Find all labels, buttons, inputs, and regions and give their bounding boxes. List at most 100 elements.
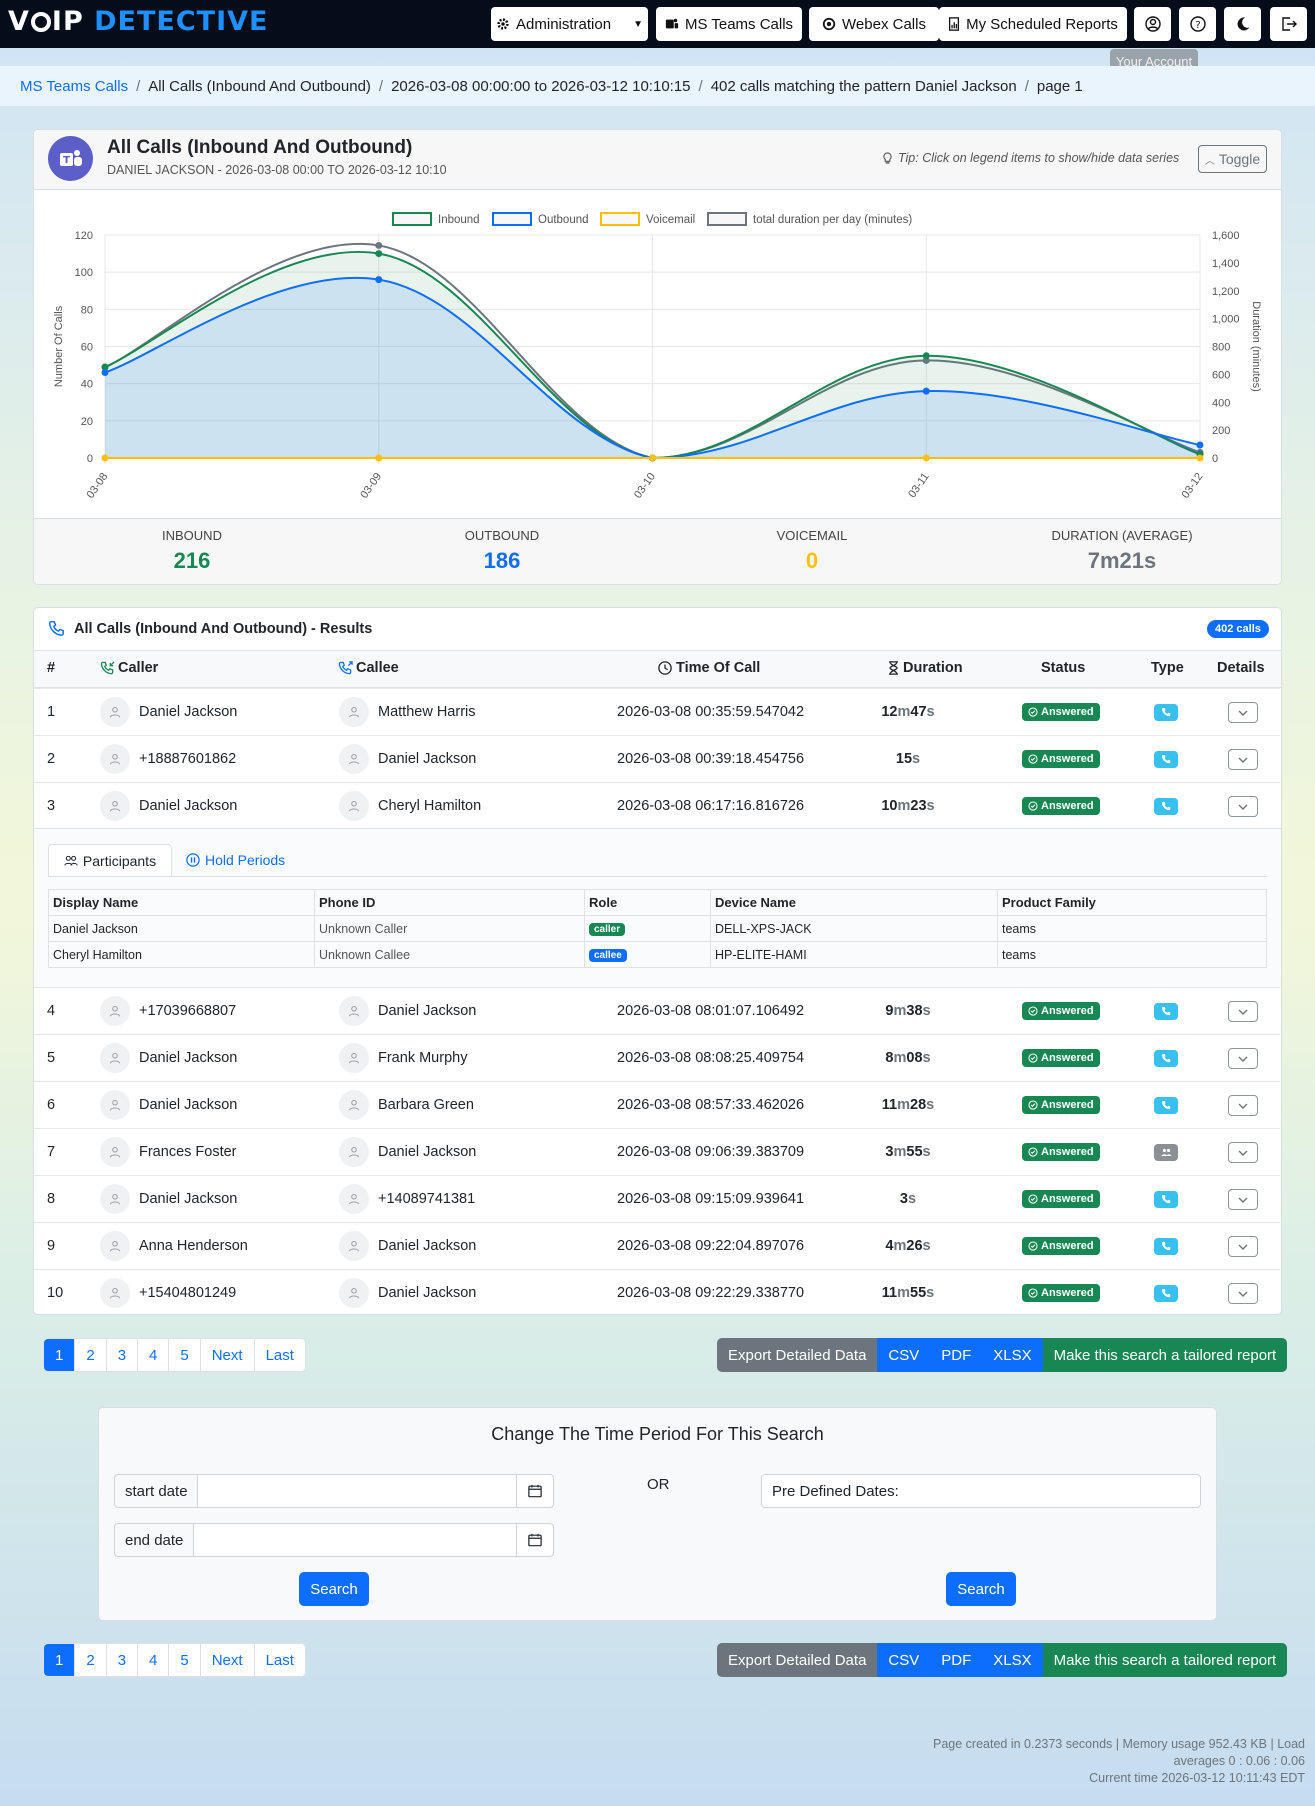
caller-name[interactable]: Daniel Jackson: [139, 798, 237, 814]
export-pdf-button[interactable]: PDF: [930, 1338, 983, 1372]
breadcrumb-ms-teams-link[interactable]: MS Teams Calls: [20, 78, 128, 95]
details-toggle-button[interactable]: [1228, 1095, 1258, 1116]
details-toggle-button[interactable]: [1228, 1001, 1258, 1022]
tab-participants[interactable]: Participants: [48, 844, 172, 876]
caller-name[interactable]: +15404801249: [139, 1285, 236, 1301]
data-point: [101, 369, 109, 377]
stat-duration-value: 7m21s: [1087, 548, 1157, 573]
page-5-button[interactable]: 5: [169, 1644, 201, 1676]
details-toggle-button[interactable]: [1228, 1189, 1258, 1210]
duration-unit: m: [897, 798, 911, 814]
row-number: 8: [47, 1191, 56, 1207]
predefined-dates-select[interactable]: Pre Defined Dates:: [761, 1474, 1201, 1508]
search-predefined-button[interactable]: Search: [946, 1572, 1016, 1606]
callee-name[interactable]: Cheryl Hamilton: [378, 798, 481, 814]
start-date-input[interactable]: [197, 1474, 517, 1508]
webex-calls-button[interactable]: Webex Calls: [809, 7, 939, 41]
logout-button[interactable]: [1270, 7, 1307, 41]
tailored-report-button[interactable]: Make this search a tailored report: [1042, 1338, 1288, 1372]
toggle-button[interactable]: ︿ Toggle: [1198, 145, 1267, 173]
callee-name[interactable]: Daniel Jackson: [378, 1144, 476, 1160]
call-duration: 11m28s: [848, 1097, 968, 1113]
results-title: All Calls (Inbound And Outbound) - Resul…: [74, 621, 373, 637]
page-4-button[interactable]: 4: [138, 1339, 170, 1371]
details-toggle-button[interactable]: [1228, 1142, 1258, 1163]
col-caller[interactable]: Caller: [100, 660, 158, 676]
details-toggle-button[interactable]: [1228, 796, 1258, 817]
duration-unit: s: [922, 1238, 931, 1254]
details-toggle-button[interactable]: [1228, 1283, 1258, 1304]
page-1-button[interactable]: 1: [44, 1339, 76, 1371]
export-csv-button[interactable]: CSV: [877, 1338, 931, 1372]
callee-name[interactable]: Daniel Jackson: [378, 751, 476, 767]
details-toggle-button[interactable]: [1228, 702, 1258, 723]
caller-name[interactable]: Daniel Jackson: [139, 1097, 237, 1113]
callee-name[interactable]: Daniel Jackson: [378, 1285, 476, 1301]
last-page-button[interactable]: Last: [255, 1644, 305, 1676]
page-2-button[interactable]: 2: [75, 1644, 107, 1676]
callee-name[interactable]: Frank Murphy: [378, 1050, 467, 1066]
tailored-report-button[interactable]: Make this search a tailored report: [1042, 1643, 1288, 1677]
details-toggle-button[interactable]: [1228, 1236, 1258, 1257]
status-badge: Answered: [1022, 703, 1100, 721]
page-2-button[interactable]: 2: [75, 1339, 107, 1371]
caller-name[interactable]: Daniel Jackson: [139, 704, 237, 720]
col-callee[interactable]: Callee: [338, 660, 399, 676]
status-text: Answered: [1041, 753, 1094, 765]
start-date-picker-button[interactable]: [516, 1474, 554, 1508]
page-3-button[interactable]: 3: [107, 1644, 139, 1676]
page-5-button[interactable]: 5: [169, 1339, 201, 1371]
next-page-button[interactable]: Next: [201, 1339, 255, 1371]
callee-name[interactable]: Daniel Jackson: [378, 1238, 476, 1254]
page-4-button[interactable]: 4: [138, 1644, 170, 1676]
caller-name[interactable]: +17039668807: [139, 1003, 236, 1019]
caller-name[interactable]: Anna Henderson: [139, 1238, 248, 1254]
callee-name[interactable]: Daniel Jackson: [378, 1003, 476, 1019]
export-xlsx-button[interactable]: XLSX: [982, 1643, 1043, 1677]
top-navbar: V IP DETECTIVE Administration ▼ MS Teams …: [0, 0, 1315, 48]
callee-name[interactable]: Matthew Harris: [378, 704, 476, 720]
account-button[interactable]: [1134, 7, 1171, 41]
ms-teams-calls-button[interactable]: MS Teams Calls: [656, 7, 802, 41]
end-date-label: end date: [114, 1523, 194, 1557]
administration-dropdown[interactable]: Administration ▼: [491, 7, 648, 41]
dark-mode-button[interactable]: [1224, 7, 1261, 41]
search-custom-range-button[interactable]: Search: [299, 1572, 369, 1606]
scheduled-reports-button[interactable]: My Scheduled Reports: [939, 7, 1127, 41]
call-time: 2026-03-08 09:15:09.939641: [617, 1191, 805, 1207]
caller-name[interactable]: Daniel Jackson: [139, 1050, 237, 1066]
page-3-button[interactable]: 3: [107, 1339, 139, 1371]
tab-divider: [48, 876, 1267, 877]
y2-tick-label: 200: [1212, 425, 1230, 437]
user-circle-icon: [1144, 16, 1161, 32]
duration-number: 08: [906, 1050, 923, 1066]
details-toggle-button[interactable]: [1228, 1048, 1258, 1069]
duration-unit: m: [893, 1144, 907, 1160]
export-group-bottom: Export Detailed Data CSV PDF XLSX Make t…: [717, 1643, 1288, 1677]
next-page-button[interactable]: Next: [201, 1644, 255, 1676]
col-duration[interactable]: Duration: [888, 660, 963, 676]
callee-name[interactable]: Barbara Green: [378, 1097, 474, 1113]
export-xlsx-button[interactable]: XLSX: [982, 1338, 1043, 1372]
export-pdf-button[interactable]: PDF: [930, 1643, 983, 1677]
logo[interactable]: V IP DETECTIVE: [8, 6, 268, 37]
y-tick-label: 120: [75, 230, 93, 242]
caller-name[interactable]: Frances Foster: [139, 1144, 237, 1160]
caller-name[interactable]: Daniel Jackson: [139, 1191, 237, 1207]
callee-name[interactable]: +14089741381: [378, 1191, 475, 1207]
caller-avatar-icon: [100, 996, 130, 1026]
tab-hold-periods[interactable]: Hold Periods: [186, 844, 285, 876]
help-button[interactable]: ?: [1179, 7, 1216, 41]
caller-name[interactable]: +18887601862: [139, 751, 236, 767]
page-1-button[interactable]: 1: [44, 1644, 76, 1676]
col-time[interactable]: Time Of Call: [658, 660, 760, 676]
last-page-button[interactable]: Last: [255, 1339, 305, 1371]
end-date-input[interactable]: [193, 1523, 517, 1557]
end-date-picker-button[interactable]: [516, 1523, 554, 1557]
call-time: 2026-03-08 08:57:33.462026: [617, 1097, 805, 1113]
y2-tick-label: 1,000: [1212, 314, 1240, 326]
details-toggle-button[interactable]: [1228, 749, 1258, 770]
call-duration: 15s: [848, 751, 968, 767]
export-csv-button[interactable]: CSV: [877, 1643, 931, 1677]
legend-label: Voicemail: [646, 214, 695, 226]
